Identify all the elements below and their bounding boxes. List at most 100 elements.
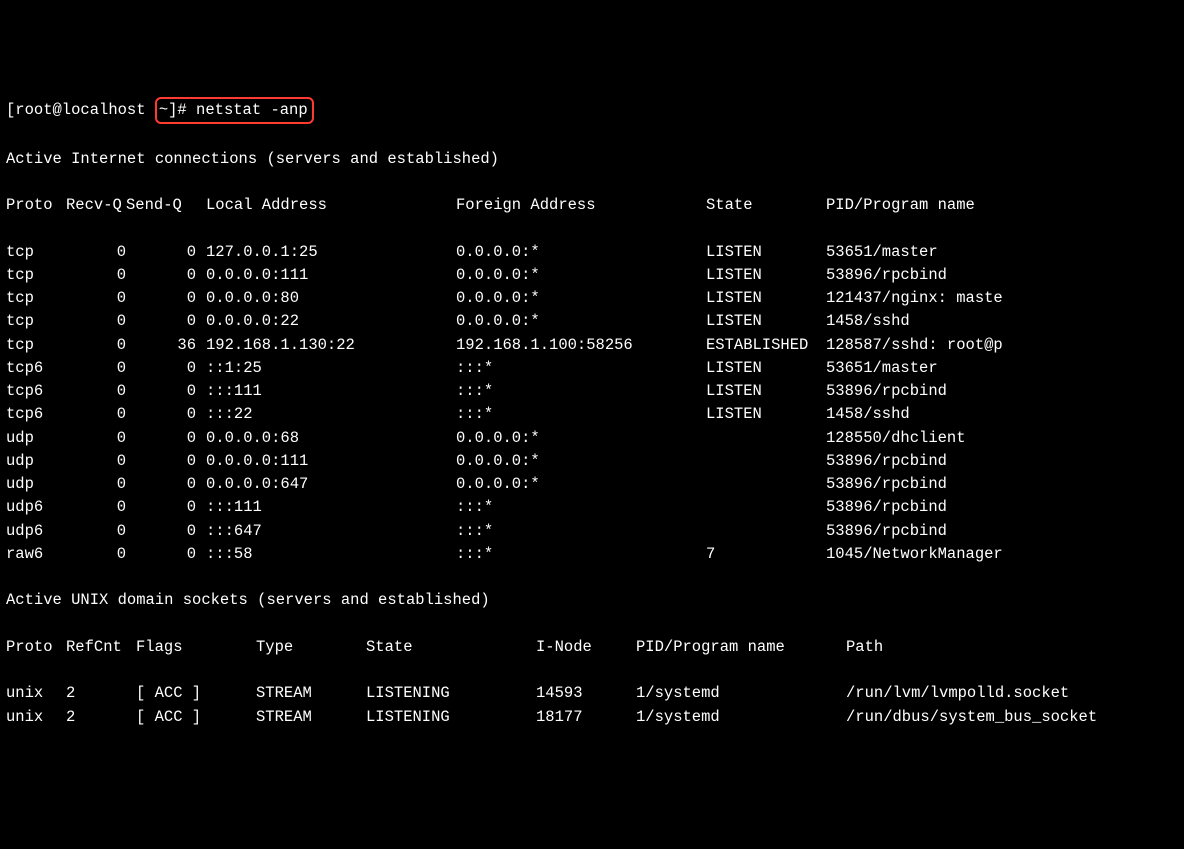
cell-pid: 53896/rpcbind — [826, 380, 947, 403]
cell-sendq: 0 — [126, 520, 196, 543]
hdr-state: State — [706, 194, 826, 217]
cell-proto: udp — [6, 427, 66, 450]
cell-recvq: 0 — [66, 520, 126, 543]
hdr-recvq: Recv-Q — [66, 194, 126, 217]
cell-proto: tcp6 — [6, 357, 66, 380]
cell-pid: 53896/rpcbind — [826, 264, 947, 287]
cell-local: 127.0.0.1:25 — [206, 241, 456, 264]
cell-foreign: 0.0.0.0:* — [456, 241, 706, 264]
cell-recvq: 0 — [66, 334, 126, 357]
cell-foreign: 0.0.0.0:* — [456, 287, 706, 310]
cell-flags: [ ACC ] — [136, 706, 256, 729]
cell-refcnt: 2 — [66, 682, 136, 705]
table-row: tcp600 :::111:::*LISTEN53896/rpcbind — [6, 380, 1178, 403]
cell-local: :::111 — [206, 380, 456, 403]
cell-pid: 1045/NetworkManager — [826, 543, 1003, 566]
table-row: tcp00 0.0.0.0:800.0.0.0:*LISTEN121437/ng… — [6, 287, 1178, 310]
uhdr-refcnt: RefCnt — [66, 636, 136, 659]
shell-prompt[interactable]: [root@localhost ~]# netstat -anp — [6, 97, 1178, 124]
cell-state: LISTEN — [706, 287, 826, 310]
cell-foreign: 192.168.1.100:58256 — [456, 334, 706, 357]
hdr-local: Local Address — [206, 194, 456, 217]
cell-pid: 53896/rpcbind — [826, 473, 947, 496]
cell-state: LISTEN — [706, 357, 826, 380]
cell-proto: tcp — [6, 287, 66, 310]
table-row: tcp00 0.0.0.0:220.0.0.0:*LISTEN1458/sshd — [6, 310, 1178, 333]
uhdr-state: State — [366, 636, 536, 659]
inet-table-body: tcp00 127.0.0.1:250.0.0.0:*LISTEN53651/m… — [6, 241, 1178, 567]
prompt-prefix: [root@localhost — [6, 101, 155, 119]
cell-recvq: 0 — [66, 473, 126, 496]
cell-proto: unix — [6, 706, 66, 729]
hdr-pid: PID/Program name — [826, 194, 975, 217]
cell-pid: 1/systemd — [636, 682, 846, 705]
cell-foreign: :::* — [456, 520, 706, 543]
cell-foreign: 0.0.0.0:* — [456, 473, 706, 496]
table-row: udp00 0.0.0.0:6470.0.0.0:*53896/rpcbind — [6, 473, 1178, 496]
cell-pid: 121437/nginx: maste — [826, 287, 1003, 310]
table-row: unix2[ ACC ]STREAMLISTENING145931/system… — [6, 682, 1178, 705]
cell-foreign: 0.0.0.0:* — [456, 427, 706, 450]
cell-state: LISTEN — [706, 310, 826, 333]
cell-foreign: 0.0.0.0:* — [456, 450, 706, 473]
uhdr-proto: Proto — [6, 636, 66, 659]
section-header-inet: Active Internet connections (servers and… — [6, 148, 1178, 171]
cell-sendq: 0 — [126, 380, 196, 403]
cell-state: LISTENING — [366, 682, 536, 705]
hdr-proto: Proto — [6, 194, 66, 217]
cell-foreign: 0.0.0.0:* — [456, 310, 706, 333]
uhdr-path: Path — [846, 636, 883, 659]
cell-foreign: :::* — [456, 357, 706, 380]
cell-sendq: 0 — [126, 287, 196, 310]
cell-local: 0.0.0.0:111 — [206, 450, 456, 473]
table-row: tcp00 127.0.0.1:250.0.0.0:*LISTEN53651/m… — [6, 241, 1178, 264]
hdr-sendq: Send-Q — [126, 194, 196, 217]
cell-proto: udp6 — [6, 520, 66, 543]
cell-recvq: 0 — [66, 287, 126, 310]
table-row: udp600 :::647:::*53896/rpcbind — [6, 520, 1178, 543]
table-row: tcp036 192.168.1.130:22192.168.1.100:582… — [6, 334, 1178, 357]
inet-header: ProtoRecv-QSend-Q Local AddressForeign A… — [6, 194, 1178, 217]
cell-local: :::647 — [206, 520, 456, 543]
cell-local: 0.0.0.0:68 — [206, 427, 456, 450]
cell-recvq: 0 — [66, 543, 126, 566]
cell-pid: 53651/master — [826, 357, 938, 380]
cell-recvq: 0 — [66, 241, 126, 264]
cell-state: LISTEN — [706, 403, 826, 426]
table-row: tcp00 0.0.0.0:1110.0.0.0:*LISTEN53896/rp… — [6, 264, 1178, 287]
cell-local: 0.0.0.0:647 — [206, 473, 456, 496]
table-row: raw600 :::58:::*71045/NetworkManager — [6, 543, 1178, 566]
cell-foreign: :::* — [456, 543, 706, 566]
cell-sendq: 0 — [126, 310, 196, 333]
cell-recvq: 0 — [66, 427, 126, 450]
cell-state: LISTEN — [706, 264, 826, 287]
cell-local: 0.0.0.0:80 — [206, 287, 456, 310]
cell-state: ESTABLISHED — [706, 334, 826, 357]
cell-proto: tcp — [6, 310, 66, 333]
cell-state: LISTEN — [706, 380, 826, 403]
cell-pid: 1458/sshd — [826, 310, 910, 333]
cell-state: LISTENING — [366, 706, 536, 729]
cell-path: /run/lvm/lvmpolld.socket — [846, 682, 1069, 705]
cell-sendq: 0 — [126, 473, 196, 496]
cell-recvq: 0 — [66, 450, 126, 473]
cell-recvq: 0 — [66, 357, 126, 380]
cell-sendq: 0 — [126, 450, 196, 473]
uhdr-type: Type — [256, 636, 366, 659]
cell-local: ::1:25 — [206, 357, 456, 380]
hdr-foreign: Foreign Address — [456, 194, 706, 217]
cell-proto: tcp — [6, 264, 66, 287]
cell-pid: 1458/sshd — [826, 403, 910, 426]
cell-proto: tcp — [6, 334, 66, 357]
cell-proto: udp — [6, 450, 66, 473]
cell-local: 0.0.0.0:111 — [206, 264, 456, 287]
command-highlight: ~]# netstat -anp — [155, 97, 314, 124]
cell-proto: tcp — [6, 241, 66, 264]
cell-sendq: 0 — [126, 264, 196, 287]
cell-inode: 14593 — [536, 682, 636, 705]
cell-recvq: 0 — [66, 403, 126, 426]
cell-recvq: 0 — [66, 380, 126, 403]
cell-foreign: :::* — [456, 403, 706, 426]
cell-local: 192.168.1.130:22 — [206, 334, 456, 357]
table-row: tcp600 :::22:::*LISTEN1458/sshd — [6, 403, 1178, 426]
